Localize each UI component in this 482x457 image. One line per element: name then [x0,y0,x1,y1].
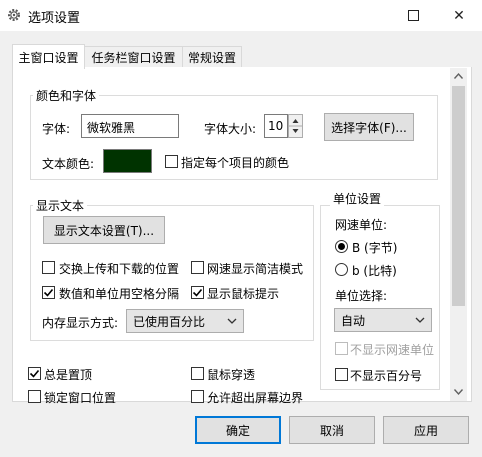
spinner-arrows-icon [289,119,302,133]
cancel-button[interactable]: 取消 [289,416,375,444]
unit-select-value: 自动 [341,313,366,328]
mouse-tip-checkbox[interactable] [191,286,204,299]
speed-simple-checkbox[interactable] [191,261,204,274]
scrollbar-thumb[interactable] [452,86,465,306]
memory-mode-label: 内存显示方式: [42,316,119,330]
speed-simple-label: 网速显示简洁模式 [207,262,304,276]
maximize-button[interactable] [390,0,436,31]
lock-position-label: 锁定窗口位置 [44,391,117,405]
swap-updown-checkbox[interactable] [42,261,55,274]
font-label: 字体: [42,122,71,136]
ok-button[interactable]: 确定 [195,416,281,444]
speed-unit-label: 网速单位: [335,218,388,232]
apply-button[interactable]: 应用 [383,416,469,444]
text-color-label: 文本颜色: [42,157,95,171]
color-font-group-title: 颜色和字体 [33,87,100,104]
mouse-through-label: 鼠标穿透 [207,368,256,382]
chevron-down-icon [227,318,237,324]
maximize-icon [407,10,419,21]
tab-general[interactable]: 常规设置 [182,46,242,68]
space-separator-label: 数值和单位用空格分隔 [59,287,180,301]
font-name-field[interactable]: 微软雅黑 [81,114,179,138]
display-text-settings-button[interactable]: 显示文本设置(T)... [43,216,165,244]
font-size-spinner[interactable] [288,114,303,138]
text-color-swatch[interactable] [103,149,152,173]
tab-label: 主窗口设置 [18,50,79,65]
hide-percent-label: 不显示百分号 [350,369,423,383]
unit-select-label: 单位选择: [335,289,388,303]
scroll-up-icon[interactable] [453,72,464,80]
mouse-tip-label: 显示鼠标提示 [207,287,280,301]
memory-mode-select[interactable]: 已使用百分比 [126,309,244,333]
tab-label: 常规设置 [187,51,236,65]
per-item-color-checkbox[interactable] [165,155,178,168]
allow-offscreen-checkbox[interactable] [191,390,204,403]
units-group-title: 单位设置 [330,190,385,207]
mouse-through-checkbox[interactable] [191,367,204,380]
hide-percent-checkbox[interactable] [335,368,348,381]
hide-speed-unit-label: 不显示网速单位 [350,343,435,357]
unit-byte-radio[interactable] [335,240,348,253]
allow-offscreen-label: 允许超出屏幕边界 [207,391,304,405]
checkmark-icon [43,288,54,297]
memory-mode-value: 已使用百分比 [133,314,206,329]
font-size-field[interactable]: 10 [264,114,288,138]
gear-icon [8,9,20,21]
chevron-down-icon [415,317,425,323]
space-separator-checkbox[interactable] [42,286,55,299]
radio-selected-dot [338,243,345,250]
per-item-color-label: 指定每个项目的颜色 [181,156,290,170]
tab-label: 任务栏窗口设置 [91,51,176,65]
checkmark-icon [29,369,40,378]
hide-speed-unit-checkbox[interactable] [335,342,348,355]
unit-select[interactable]: 自动 [334,308,432,332]
scroll-down-icon[interactable] [453,388,464,396]
unit-bit-radio[interactable] [335,263,348,276]
swap-updown-label: 交换上传和下载的位置 [59,262,180,276]
lock-position-checkbox[interactable] [28,390,41,403]
checkmark-icon [192,288,203,297]
always-on-top-label: 总是置顶 [44,368,93,382]
unit-byte-label: B (字节) [352,241,398,255]
tab-taskbar-window[interactable]: 任务栏窗口设置 [83,46,184,68]
display-text-group-title: 显示文本 [33,197,88,214]
window-title: 选项设置 [28,11,81,26]
tab-main-window[interactable]: 主窗口设置 [12,44,85,69]
close-icon: ✕ [453,7,465,24]
unit-bit-label: b (比特) [352,264,397,278]
close-button[interactable]: ✕ [436,0,482,31]
font-size-label: 字体大小: [204,122,257,136]
always-on-top-checkbox[interactable] [28,367,41,380]
select-font-button[interactable]: 选择字体(F)... [324,113,414,141]
